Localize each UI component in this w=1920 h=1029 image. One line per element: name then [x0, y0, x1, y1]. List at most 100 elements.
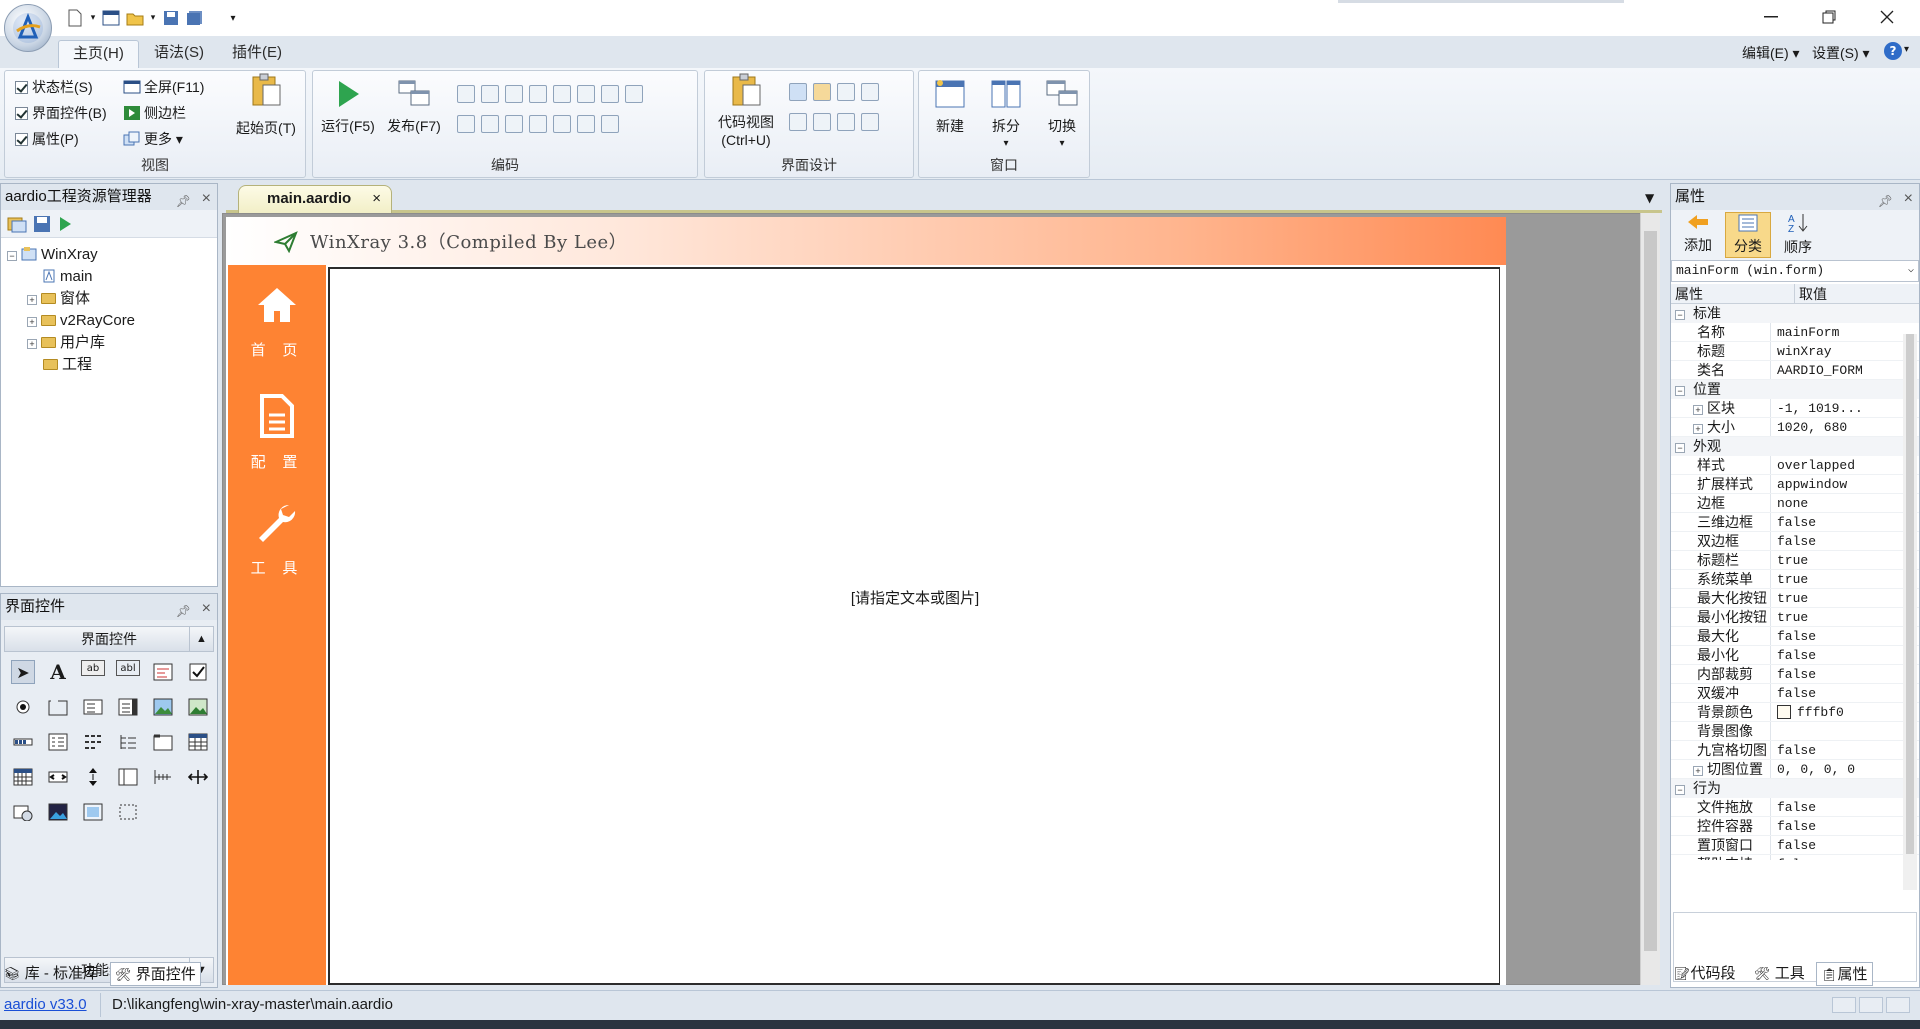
expand-icon[interactable]: + [1693, 424, 1703, 434]
anchor-icon[interactable] [861, 113, 879, 131]
trackbar-icon[interactable] [151, 765, 175, 789]
property-row[interactable]: 背景颜色 fffbf0 [1671, 703, 1919, 722]
cut-icon[interactable] [457, 85, 475, 103]
tab-list-dropdown-icon[interactable]: ▼ [1645, 191, 1654, 205]
property-category[interactable]: − 位置 [1671, 380, 1919, 399]
undo-icon[interactable] [553, 115, 571, 133]
property-value[interactable]: false [1771, 627, 1871, 645]
splitter-v-icon[interactable] [116, 765, 140, 789]
collapse-icon[interactable]: − [1675, 443, 1685, 453]
property-row[interactable]: 背景图像 [1671, 722, 1919, 741]
pin-icon[interactable] [837, 113, 855, 131]
property-row[interactable]: 置顶窗口 false [1671, 836, 1919, 855]
property-row[interactable]: 样式 overlapped [1671, 456, 1919, 475]
close-panel-icon[interactable]: × [202, 596, 211, 622]
property-row[interactable]: 文件拖放 false [1671, 798, 1919, 817]
property-value[interactable]: true [1771, 551, 1871, 569]
pin-icon[interactable]: 📌︎ [1878, 188, 1893, 214]
add-property-button[interactable]: 添加 [1675, 212, 1721, 258]
property-value[interactable]: false [1771, 741, 1871, 759]
property-value[interactable]: false [1771, 684, 1871, 702]
custom-control-icon[interactable] [116, 800, 140, 824]
property-row[interactable]: 帮助支持 false [1671, 855, 1919, 860]
property-row[interactable]: 边框 none [1671, 494, 1919, 513]
property-value[interactable]: false [1771, 646, 1871, 664]
close-tab-icon[interactable]: × [372, 186, 381, 212]
collapse-icon[interactable]: − [1675, 785, 1685, 795]
property-value[interactable] [1771, 722, 1871, 740]
grid-control-icon[interactable] [186, 730, 210, 754]
nav-tools[interactable]: 工 具 [228, 501, 326, 578]
save-project-icon[interactable] [33, 215, 51, 233]
dropdown-arrow-icon[interactable]: ▾ [88, 7, 98, 29]
tab-ui-controls[interactable]: 🛠︎ 界面控件 [110, 962, 201, 986]
picture-frame-icon[interactable] [81, 800, 105, 824]
property-value[interactable]: winXray [1771, 342, 1871, 360]
listbox-icon[interactable] [81, 695, 105, 719]
bitmap-icon[interactable] [46, 800, 70, 824]
tab-properties[interactable]: 📋︎属性 [1816, 962, 1873, 986]
property-row[interactable]: 名称 mainForm [1671, 323, 1919, 342]
tab-syntax[interactable]: 语法(S) [140, 40, 218, 68]
property-row[interactable]: 三维边框 false [1671, 513, 1919, 532]
property-row[interactable]: 类名 AARDIO_FORM [1671, 361, 1919, 380]
tree-item-main[interactable]: main [7, 266, 217, 288]
paste-icon[interactable] [505, 85, 523, 103]
publish-button[interactable]: 发布(F7) [383, 77, 445, 135]
grid-icon[interactable] [813, 113, 831, 131]
property-row[interactable]: 控件容器 false [1671, 817, 1919, 836]
property-row[interactable]: + 区块 -1, 1019... [1671, 399, 1919, 418]
switch-dropdown-icon[interactable]: ▾ [1059, 135, 1064, 153]
tab-control-icon[interactable] [46, 730, 70, 754]
property-value[interactable]: AARDIO_FORM [1771, 361, 1871, 379]
redo-icon[interactable] [577, 115, 595, 133]
property-row[interactable]: 九宫格切图 false [1671, 741, 1919, 760]
static-text-icon[interactable]: A [46, 660, 70, 684]
property-row[interactable]: 标题栏 true [1671, 551, 1919, 570]
scrollbar-thumb[interactable] [1906, 334, 1914, 854]
code-view-button[interactable]: 代码视图 (Ctrl+U) [707, 73, 785, 149]
richedit-icon[interactable] [151, 660, 175, 684]
copy-icon[interactable] [481, 85, 499, 103]
property-row[interactable]: 扩展样式 appwindow [1671, 475, 1919, 494]
image-icon[interactable] [186, 695, 210, 719]
tree-item-root[interactable]: − WinXray [7, 244, 217, 266]
edit-icon[interactable]: abl [116, 660, 140, 676]
sidebar-button[interactable]: 侧边栏 [123, 103, 186, 123]
checkbox-icon[interactable] [186, 660, 210, 684]
uncomment-icon[interactable] [625, 85, 643, 103]
open-project-icon[interactable] [7, 215, 27, 233]
property-value[interactable]: overlapped [1771, 456, 1871, 474]
find-icon[interactable] [601, 115, 619, 133]
split-button[interactable]: 拆分 ▾ [981, 77, 1031, 153]
property-value[interactable]: 0, 0, 0, 0 [1771, 760, 1871, 778]
property-value[interactable]: false [1771, 513, 1871, 531]
tree-item-project[interactable]: 工程 [7, 354, 217, 376]
property-row[interactable]: 双边框 false [1671, 532, 1919, 551]
property-value[interactable]: none [1771, 494, 1871, 512]
clear-bookmarks-icon[interactable] [529, 115, 547, 133]
property-row[interactable]: + 大小 1020, 680 [1671, 418, 1919, 437]
property-value[interactable]: fffbf0 [1771, 703, 1871, 721]
expand-icon[interactable]: + [27, 295, 37, 305]
fullscreen-button[interactable]: 全屏(F11) [123, 77, 204, 97]
customize-qat-icon[interactable]: ▾ [222, 7, 244, 29]
tree-item-user-lib[interactable]: + 用户库 [7, 332, 217, 354]
property-row[interactable]: + 切图位置 0, 0, 0, 0 [1671, 760, 1919, 779]
property-row[interactable]: 系统菜单 true [1671, 570, 1919, 589]
new-window-button[interactable]: 新建 [925, 77, 975, 135]
progress-icon[interactable] [11, 730, 35, 754]
ui-controls-checkbox[interactable]: 界面控件(B) [15, 103, 107, 123]
calendar-icon[interactable] [11, 765, 35, 789]
format-icon[interactable] [529, 85, 547, 103]
tab-snippets[interactable]: 📝︎代码段 [1674, 962, 1736, 986]
statusbar-checkbox[interactable]: 状态栏(S) [15, 77, 93, 97]
collapse-icon[interactable]: − [7, 251, 17, 261]
property-value[interactable]: false [1771, 665, 1871, 683]
outdent-icon[interactable] [577, 85, 595, 103]
property-row[interactable]: 最小化按钮 true [1671, 608, 1919, 627]
property-value[interactable]: 1020, 680 [1771, 418, 1871, 436]
property-value[interactable]: mainForm [1771, 323, 1871, 341]
app-menu-button[interactable] [4, 4, 52, 52]
property-category[interactable]: − 外观 [1671, 437, 1919, 456]
